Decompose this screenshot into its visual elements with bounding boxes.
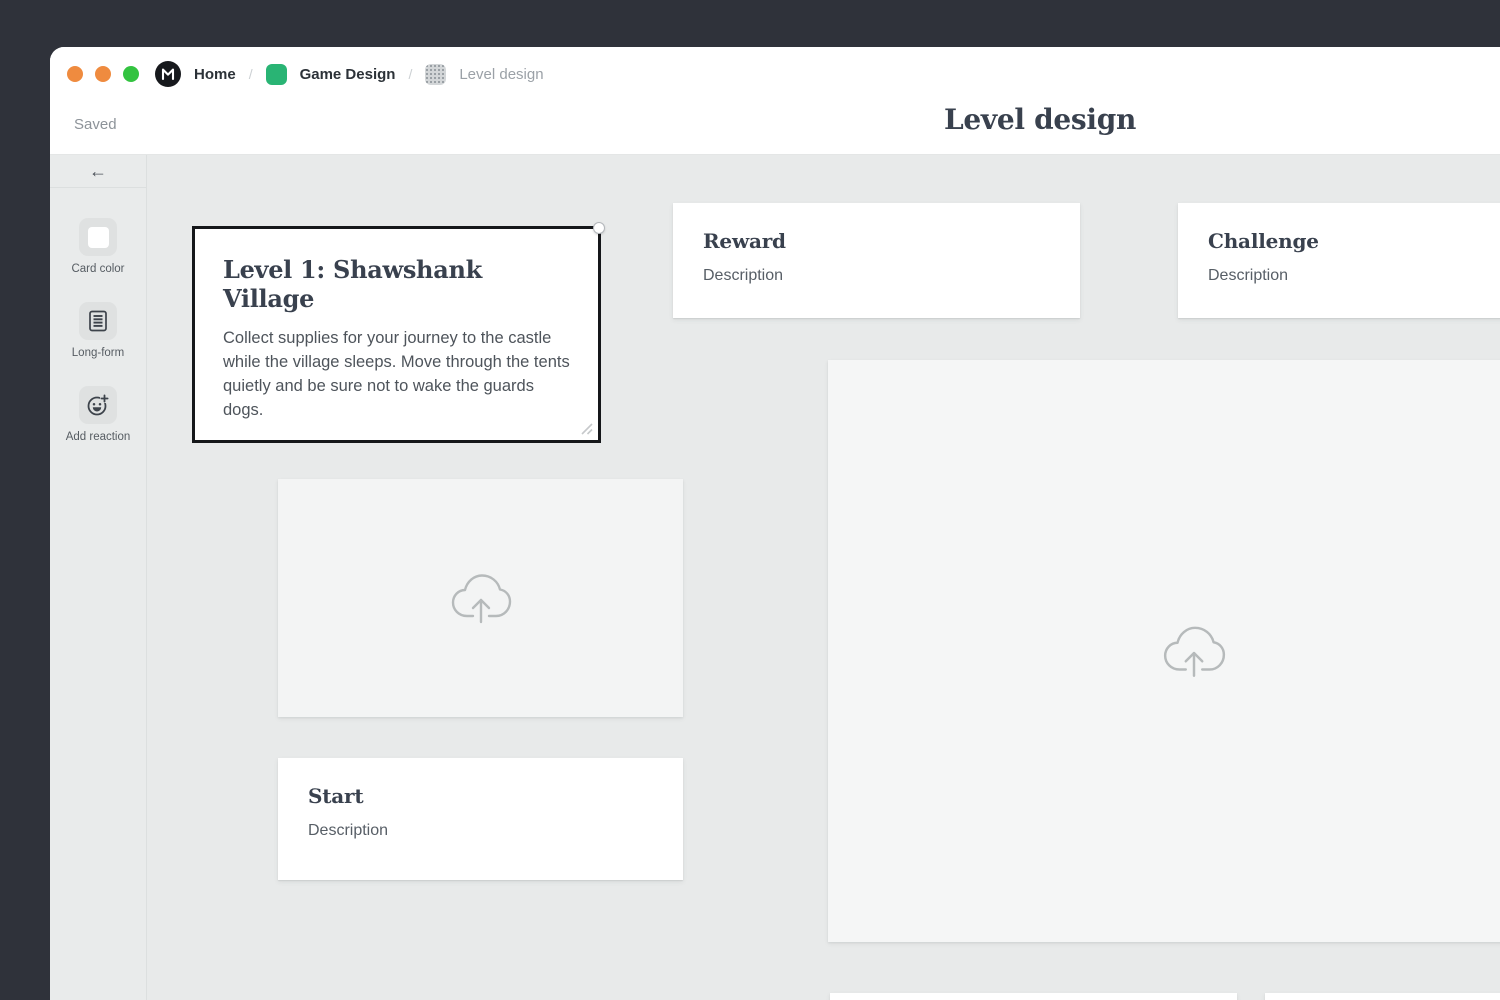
window-controls [67, 66, 139, 82]
breadcrumb-separator: / [408, 66, 412, 82]
note-card-challenge[interactable]: Challenge Description [1178, 203, 1500, 318]
back-arrow-icon: ← [89, 162, 107, 180]
tool-card-color[interactable]: Card color [71, 218, 124, 275]
note-card-partial[interactable] [830, 993, 1237, 1000]
tool-label: Card color [71, 263, 124, 275]
window-close-button[interactable] [67, 66, 83, 82]
image-upload-placeholder[interactable] [278, 479, 683, 717]
window-header: Home / Game Design / Level design Saved … [50, 47, 1500, 155]
breadcrumb-item-level-design[interactable]: Level design [425, 64, 543, 85]
long-form-document-icon [86, 309, 110, 333]
note-card-title[interactable]: Level 1: Shawshank Village [223, 255, 570, 313]
breadcrumb-label: Home [194, 66, 236, 83]
breadcrumb: Home / Game Design / Level design [155, 61, 544, 87]
breadcrumb-item-game-design[interactable]: Game Design [266, 64, 396, 85]
save-status: Saved [74, 116, 117, 133]
image-upload-placeholder-large[interactable] [828, 360, 1500, 942]
tool-add-reaction[interactable]: Add reaction [66, 386, 131, 443]
note-card-reward[interactable]: Reward Description [673, 203, 1080, 318]
note-card-body[interactable]: Collect supplies for your journey to the… [223, 326, 570, 422]
sidebar-tools: Card color Long-form [50, 188, 146, 470]
note-card-title[interactable]: Start [308, 784, 653, 808]
tool-label: Long-form [72, 347, 124, 359]
upload-cloud-icon [1160, 622, 1228, 680]
selection-resize-handle[interactable] [593, 222, 605, 234]
note-card-level-1[interactable]: Level 1: Shawshank Village Collect suppl… [192, 226, 601, 443]
card-color-swatch-icon [88, 227, 109, 248]
pattern-board-icon [425, 64, 446, 85]
breadcrumb-item-home[interactable]: Home [155, 61, 236, 87]
add-reaction-button[interactable] [79, 386, 117, 424]
board-canvas[interactable]: Level 1: Shawshank Village Collect suppl… [147, 155, 1500, 1000]
note-card-description[interactable]: Description [308, 822, 653, 840]
add-reaction-smiley-icon [85, 392, 111, 418]
page-title[interactable]: Level design [944, 103, 1136, 136]
long-form-button[interactable] [79, 302, 117, 340]
breadcrumb-label: Game Design [300, 66, 396, 83]
card-color-button[interactable] [79, 218, 117, 256]
sidebar-back-button[interactable]: ← [50, 155, 146, 188]
note-card-title[interactable]: Challenge [1208, 229, 1500, 253]
resize-grip-icon[interactable] [578, 420, 594, 436]
breadcrumb-label: Level design [459, 66, 543, 83]
note-card-start[interactable]: Start Description [278, 758, 683, 880]
note-card-title[interactable]: Reward [703, 229, 1050, 253]
breadcrumb-separator: / [249, 66, 253, 82]
app-window: Home / Game Design / Level design Saved … [50, 47, 1500, 1000]
note-card-description[interactable]: Description [703, 267, 1050, 285]
note-card-description[interactable]: Description [1208, 267, 1500, 285]
milanote-logo-icon [155, 61, 181, 87]
window-minimize-button[interactable] [95, 66, 111, 82]
green-board-icon [266, 64, 287, 85]
tool-long-form[interactable]: Long-form [72, 302, 124, 359]
tool-sidebar: ← Card color Long [50, 155, 147, 1000]
window-zoom-button[interactable] [123, 66, 139, 82]
tool-label: Add reaction [66, 431, 131, 443]
note-card-partial[interactable] [1265, 993, 1500, 1000]
upload-cloud-icon [448, 570, 514, 626]
